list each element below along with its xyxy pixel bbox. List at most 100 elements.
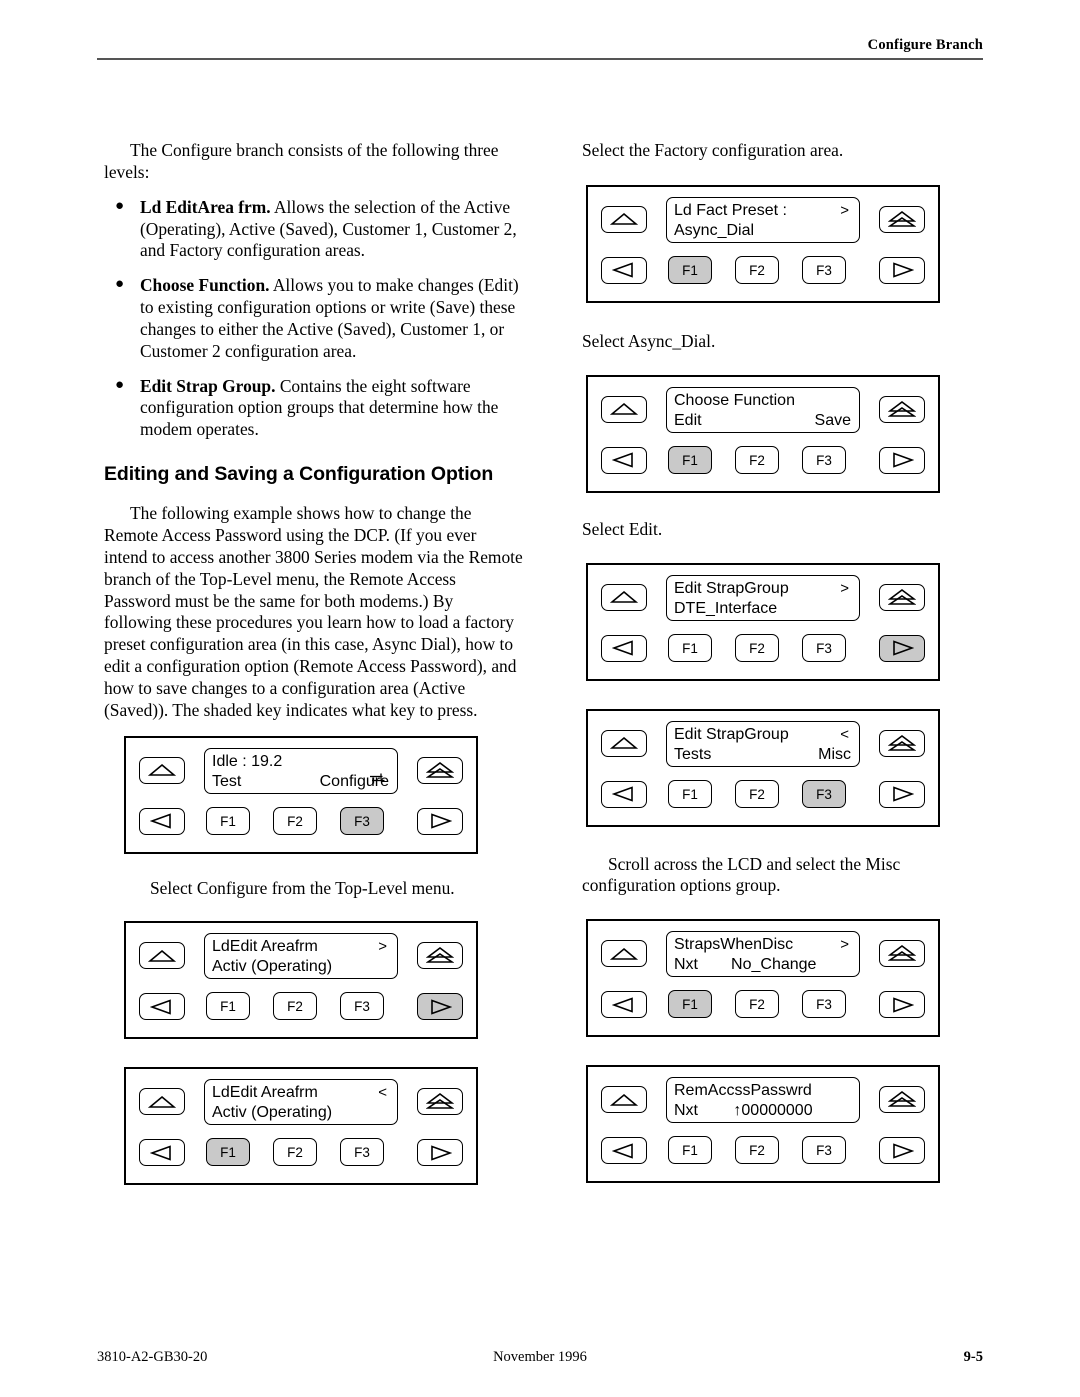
f1-key[interactable]: F1	[668, 445, 712, 474]
up-arrow-key[interactable]	[601, 205, 647, 233]
lcd-display: LdEdit Areafrm < Activ (Operating)	[204, 1079, 398, 1126]
dcp-panel-ldedit-select: LdEdit Areafrm < Activ (Operating) F1 F2…	[124, 1067, 478, 1186]
right-triangle-icon	[418, 1140, 462, 1165]
up-arrow-key[interactable]	[601, 729, 647, 757]
right-arrow-key[interactable]	[417, 993, 463, 1021]
up-arrow-key[interactable]	[139, 756, 185, 784]
up-triangle-icon	[140, 758, 184, 783]
right-triangle-icon	[880, 1138, 924, 1163]
lcd-display: LdEdit Areafrm > Activ (Operating)	[204, 933, 398, 980]
f3-key[interactable]: F3	[802, 255, 846, 284]
top-level-key[interactable]	[417, 1088, 463, 1116]
right-arrow-key[interactable]	[879, 1137, 925, 1165]
lcd-line2-left: Tests	[674, 745, 712, 763]
left-arrow-key[interactable]	[601, 446, 647, 474]
up-triangle-bar-icon	[880, 731, 924, 756]
up-arrow-key[interactable]	[139, 942, 185, 970]
up-arrow-key[interactable]	[601, 583, 647, 611]
right-arrow-key[interactable]	[879, 780, 925, 808]
dcp-panel-wrapper: Choose Function Edit Save F1 F2 F3	[586, 374, 980, 493]
left-arrow-key[interactable]	[139, 1139, 185, 1167]
up-arrow-key[interactable]	[601, 940, 647, 968]
right-arrow-key[interactable]	[879, 634, 925, 662]
left-arrow-key[interactable]	[139, 807, 185, 835]
lcd-display: Choose Function Edit Save	[666, 386, 860, 433]
right-arrow-key[interactable]	[879, 991, 925, 1019]
f1-key[interactable]: F1	[668, 990, 712, 1019]
f1-key[interactable]: F1	[206, 806, 250, 835]
lcd-line-1: Choose Function	[674, 391, 853, 411]
up-triangle-bar-icon	[880, 397, 924, 422]
f3-key[interactable]: F3	[802, 1136, 846, 1165]
right-arrow-key[interactable]	[879, 256, 925, 284]
left-arrow-key[interactable]	[601, 991, 647, 1019]
f3-key[interactable]: F3	[802, 445, 846, 474]
lcd-line1-left: Idle : 19.2	[212, 752, 283, 770]
f3-key[interactable]: F3	[340, 1138, 384, 1167]
left-triangle-icon	[602, 1138, 646, 1163]
right-arrow-key[interactable]	[879, 446, 925, 474]
f2-key[interactable]: F2	[735, 255, 779, 284]
lcd-line2-left: Activ (Operating)	[212, 1104, 333, 1122]
top-level-key[interactable]	[417, 942, 463, 970]
f2-key[interactable]: F2	[273, 806, 317, 835]
f3-key[interactable]: F3	[802, 990, 846, 1019]
bullet-dot-icon: ●	[115, 376, 125, 393]
lcd-line-1: RemAccssPasswrd	[674, 1081, 853, 1101]
right-arrow-key[interactable]	[417, 1139, 463, 1167]
up-arrow-key[interactable]	[601, 395, 647, 423]
lcd-display: Ld Fact Preset : > Async_Dial	[666, 196, 860, 243]
f1-key[interactable]: F1	[206, 1138, 250, 1167]
f3-key[interactable]: F3	[802, 633, 846, 662]
lcd-display: StrapsWhenDisc > Nxt No_Change	[666, 931, 860, 978]
top-level-key[interactable]	[879, 1086, 925, 1114]
lcd-line2-left: Async_Dial	[674, 221, 755, 239]
bullet-item-ld-editarea: ● Ld EditArea frm. Allows the selection o…	[104, 197, 524, 263]
f2-key[interactable]: F2	[735, 633, 779, 662]
up-triangle-icon	[602, 1087, 646, 1112]
caption-select-configure: Select Configure from the Top-Level menu…	[150, 877, 455, 898]
left-arrow-key[interactable]	[139, 993, 185, 1021]
f1-key[interactable]: F1	[668, 1136, 712, 1165]
top-level-key[interactable]	[879, 729, 925, 757]
f1-key[interactable]: F1	[668, 255, 712, 284]
up-arrow-key[interactable]	[139, 1088, 185, 1116]
left-arrow-key[interactable]	[601, 1137, 647, 1165]
f3-key[interactable]: F3	[340, 992, 384, 1021]
bullet-item-edit-strap-group: ● Edit Strap Group. Contains the eight so…	[104, 376, 524, 442]
top-level-key[interactable]	[879, 395, 925, 423]
top-level-key[interactable]	[417, 756, 463, 784]
dcp-panel-wrapper: StrapsWhenDisc > Nxt No_Change F1 F2 F3	[586, 919, 980, 1038]
top-level-key[interactable]	[879, 940, 925, 968]
lcd-line2-right: Configure	[319, 772, 389, 790]
dcp-panel-wrapper: LdEdit Areafrm < Activ (Operating) F1 F2…	[124, 1067, 524, 1186]
up-triangle-bar-icon	[880, 1087, 924, 1112]
f1-key[interactable]: F1	[206, 992, 250, 1021]
right-triangle-icon	[880, 992, 924, 1017]
left-arrow-key[interactable]	[601, 256, 647, 284]
f2-key[interactable]: F2	[735, 990, 779, 1019]
f2-key[interactable]: F2	[273, 992, 317, 1021]
lcd-line-2: Tests Misc	[674, 745, 853, 765]
f3-key[interactable]: F3	[802, 779, 846, 808]
f2-key[interactable]: F2	[273, 1138, 317, 1167]
left-arrow-key[interactable]	[601, 634, 647, 662]
footer-page-number: 9-5	[963, 1349, 983, 1365]
f3-key[interactable]: F3	[340, 806, 384, 835]
f2-key[interactable]: F2	[735, 445, 779, 474]
lcd-scroll-marker: >	[840, 201, 849, 219]
lcd-password-value: ↑00000000	[733, 1102, 813, 1120]
f2-key[interactable]: F2	[735, 1136, 779, 1165]
lcd-line2-left: DTE_Interface	[674, 599, 778, 617]
top-level-key[interactable]	[879, 205, 925, 233]
f1-key[interactable]: F1	[668, 633, 712, 662]
up-arrow-key[interactable]	[601, 1086, 647, 1114]
right-column: Select the Factory configuration area. L…	[580, 140, 980, 1199]
f1-key[interactable]: F1	[668, 779, 712, 808]
right-triangle-icon	[418, 809, 462, 834]
f2-key[interactable]: F2	[735, 779, 779, 808]
top-level-key[interactable]	[879, 583, 925, 611]
right-arrow-key[interactable]	[417, 807, 463, 835]
lcd-line-2: Test Configure	[212, 772, 391, 792]
left-arrow-key[interactable]	[601, 780, 647, 808]
